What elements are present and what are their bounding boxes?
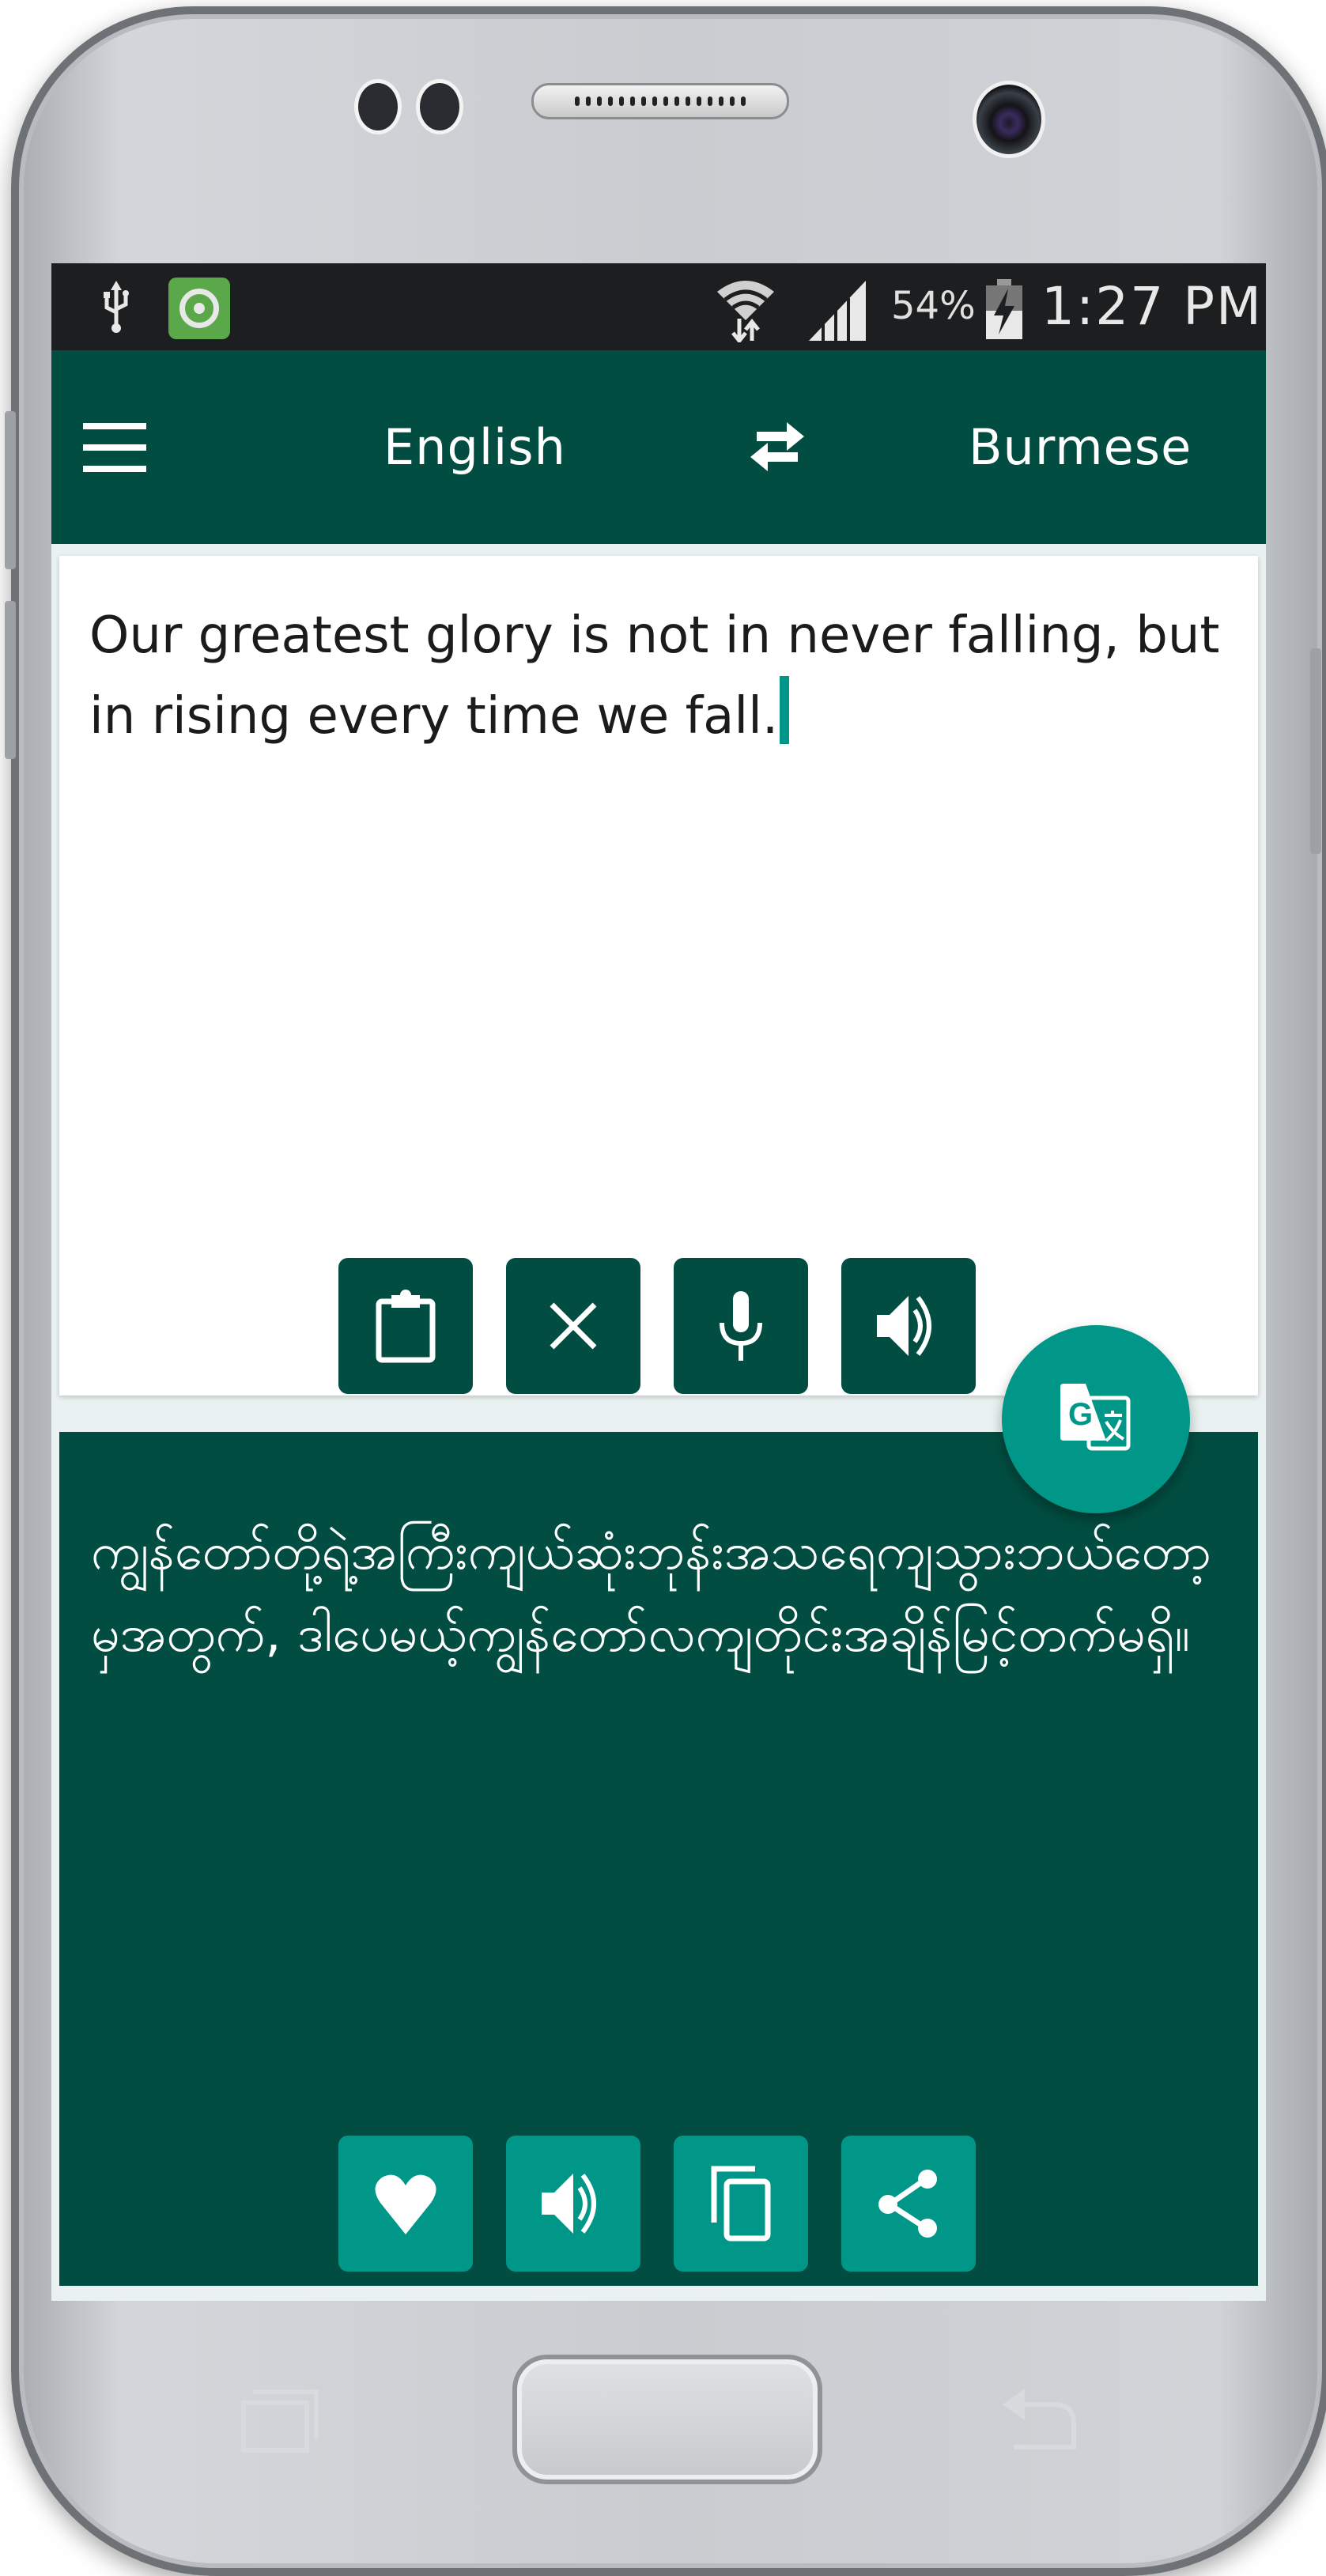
source-text: Our greatest glory is not in never falli… bbox=[89, 606, 1220, 746]
sensor-icon bbox=[354, 79, 402, 134]
share-icon bbox=[878, 2170, 937, 2238]
paste-button[interactable] bbox=[338, 1258, 473, 1394]
back-icon[interactable] bbox=[998, 2384, 1085, 2455]
speak-output-button[interactable] bbox=[506, 2136, 640, 2272]
wifi-icon bbox=[717, 281, 774, 342]
hamburger-menu-icon bbox=[83, 422, 146, 472]
app-notification-icon bbox=[168, 278, 230, 339]
battery-percent: 54% bbox=[891, 284, 976, 328]
voice-input-button[interactable] bbox=[674, 1258, 808, 1394]
volume-button bbox=[5, 601, 16, 759]
translate-button[interactable]: G bbox=[1002, 1325, 1190, 1513]
sensor-icon bbox=[416, 79, 463, 134]
signal-icon bbox=[809, 281, 866, 341]
swap-languages-button[interactable] bbox=[746, 350, 809, 544]
close-icon bbox=[550, 1302, 597, 1350]
clear-button[interactable] bbox=[506, 1258, 640, 1394]
clipboard-icon bbox=[376, 1290, 436, 1363]
output-actions bbox=[338, 2136, 976, 2272]
front-camera-icon bbox=[973, 81, 1045, 158]
output-card: ကျွန်တော်တို့ရဲ့အကြီးကျယ်ဆုံးဘုန်းအသရေကျ… bbox=[59, 1432, 1258, 2286]
share-button[interactable] bbox=[841, 2136, 976, 2272]
battery-charging-icon bbox=[986, 279, 1022, 339]
usb-icon bbox=[104, 281, 129, 333]
google-translate-icon: G bbox=[1060, 1384, 1131, 1451]
favorite-button[interactable] bbox=[338, 2136, 473, 2272]
power-button bbox=[1310, 648, 1321, 854]
swap-languages-icon bbox=[750, 421, 804, 471]
heart-icon bbox=[375, 2174, 436, 2234]
translated-text: ကျွန်တော်တို့ရဲ့အကြီးကျယ်ဆုံးဘုန်းအသရေကျ… bbox=[91, 1523, 1212, 1664]
status-bar: 54% 1:27 PM bbox=[51, 263, 1266, 350]
source-language-button[interactable]: English bbox=[383, 350, 566, 544]
microphone-icon bbox=[720, 1291, 762, 1361]
menu-button[interactable] bbox=[83, 350, 146, 544]
source-text-input[interactable]: Our greatest glory is not in never falli… bbox=[89, 595, 1228, 757]
text-cursor bbox=[780, 676, 790, 744]
clock: 1:27 PM bbox=[1041, 276, 1263, 337]
speaker-icon bbox=[877, 1296, 931, 1356]
app-toolbar: English Burmese bbox=[51, 350, 1266, 544]
input-card: Our greatest glory is not in never falli… bbox=[59, 556, 1258, 1396]
home-button[interactable] bbox=[512, 2355, 822, 2484]
copy-icon bbox=[711, 2166, 771, 2242]
copy-button[interactable] bbox=[674, 2136, 808, 2272]
svg-text:G: G bbox=[1068, 1397, 1093, 1432]
recent-apps-icon[interactable] bbox=[237, 2384, 324, 2455]
input-actions bbox=[338, 1258, 976, 1394]
app-screen: 54% 1:27 PM English Burmese Our greatest… bbox=[51, 263, 1266, 2301]
volume-button bbox=[5, 411, 16, 569]
earpiece-speaker bbox=[531, 83, 789, 119]
speak-input-button[interactable] bbox=[841, 1258, 976, 1394]
target-language-button[interactable]: Burmese bbox=[969, 350, 1192, 544]
speaker-icon bbox=[542, 2174, 596, 2234]
